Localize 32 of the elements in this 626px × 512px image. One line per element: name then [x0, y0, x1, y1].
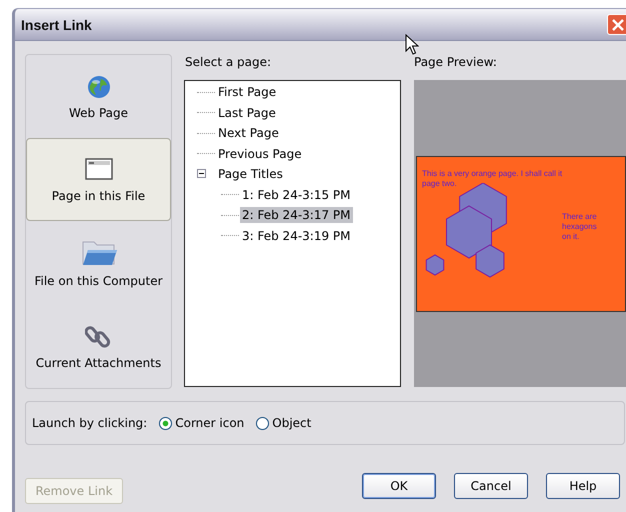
- link-type-button[interactable]: File on this Computer: [26, 221, 171, 304]
- globe-icon: [86, 74, 112, 100]
- tree-item[interactable]: Last Page: [216, 104, 278, 121]
- collapse-toggle[interactable]: [197, 168, 208, 180]
- page-list-label: Select a page:: [185, 55, 272, 70]
- radio-button[interactable]: [256, 416, 270, 430]
- radio-button[interactable]: [159, 416, 172, 430]
- tree-item[interactable]: Page Titles: [216, 166, 285, 182]
- tree-item[interactable]: 2: Feb 24-3:17 PM: [240, 207, 353, 224]
- close-button[interactable]: [607, 14, 626, 35]
- tree-item[interactable]: 3: Feb 24-3:19 PM: [240, 228, 353, 244]
- tree-item[interactable]: First Page: [216, 84, 278, 100]
- link-type-button[interactable]: Web Page: [26, 55, 171, 138]
- tree-item[interactable]: 1: Feb 24-3:15 PM: [240, 186, 353, 203]
- dialog-button[interactable]: Cancel: [454, 473, 528, 499]
- preview-label: Page Preview:: [414, 55, 498, 70]
- radio-option[interactable]: Corner icon: [159, 416, 244, 430]
- close-icon: [611, 18, 625, 32]
- tree-item[interactable]: Next Page: [216, 125, 281, 142]
- dialog-button[interactable]: Help: [546, 473, 620, 499]
- window-title: Insert Link: [21, 16, 92, 32]
- dialog-button[interactable]: OK: [362, 473, 436, 499]
- preview-text: There are hexagons on it.: [562, 212, 598, 242]
- link-type-button[interactable]: Current Attachments: [26, 304, 171, 387]
- link-type-button[interactable]: Page in this File: [26, 138, 171, 221]
- mouse-pointer-icon: [405, 34, 419, 56]
- tree-item[interactable]: Previous Page: [216, 146, 304, 162]
- window-icon: [84, 156, 114, 182]
- launch-label: Launch by clicking:: [32, 416, 148, 430]
- minus-icon: [197, 168, 206, 178]
- preview-text: This is a very orange page. I shall call it page two.: [422, 168, 564, 188]
- radio-option[interactable]: Object: [256, 416, 312, 430]
